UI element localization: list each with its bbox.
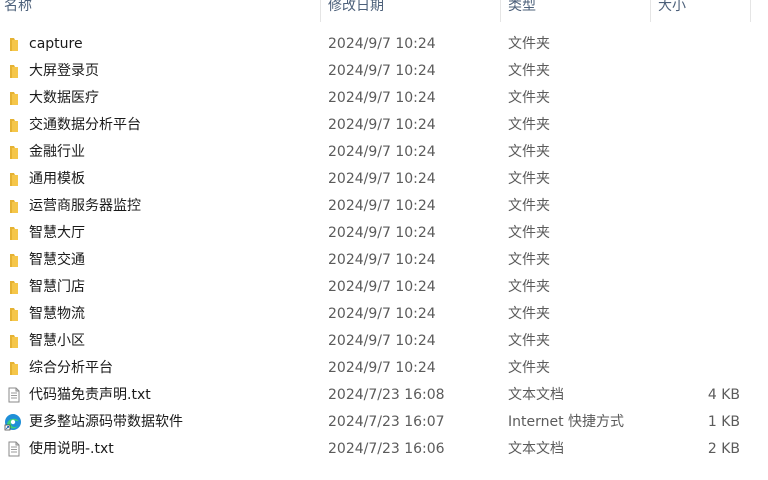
file-name: 智慧门店 bbox=[29, 279, 85, 295]
file-modified-date: 2024/9/7 10:24 bbox=[328, 36, 436, 52]
file-modified-date: 2024/9/7 10:24 bbox=[328, 198, 436, 214]
folder-icon bbox=[6, 306, 22, 322]
file-type: 文件夹 bbox=[508, 306, 550, 322]
folder-icon bbox=[6, 171, 22, 187]
file-type: 文件夹 bbox=[508, 279, 550, 295]
file-explorer: 名称 修改日期 类型 大小 capture 2024/9/7 10:24 文件夹 大屏… bbox=[0, 0, 768, 480]
file-row[interactable]: 交通数据分析平台 2024/9/7 10:24 文件夹 bbox=[0, 112, 768, 139]
file-type: 文件夹 bbox=[508, 252, 550, 268]
text-file-icon bbox=[6, 441, 22, 457]
file-row[interactable]: 代码猫免责声明.txt 2024/7/23 16:08 文本文档 4 KB bbox=[0, 382, 768, 409]
file-type: 文件夹 bbox=[508, 90, 550, 106]
file-name: 智慧交通 bbox=[29, 252, 85, 268]
column-divider[interactable] bbox=[500, 0, 501, 22]
column-header-bar: 名称 修改日期 类型 大小 bbox=[0, 0, 768, 22]
file-type: 文本文档 bbox=[508, 441, 564, 457]
column-header-size[interactable]: 大小 bbox=[654, 0, 750, 21]
file-type: 文件夹 bbox=[508, 225, 550, 241]
column-header-type[interactable]: 类型 bbox=[504, 0, 650, 21]
folder-icon bbox=[6, 90, 22, 106]
file-type: 文件夹 bbox=[508, 171, 550, 187]
file-row[interactable]: 智慧门店 2024/9/7 10:24 文件夹 bbox=[0, 274, 768, 301]
file-name: 综合分析平台 bbox=[29, 360, 113, 376]
text-file-icon bbox=[6, 387, 22, 403]
file-name: 更多整站源码带数据软件 bbox=[29, 414, 183, 430]
file-row[interactable]: 综合分析平台 2024/9/7 10:24 文件夹 bbox=[0, 355, 768, 382]
file-row[interactable]: 使用说明-.txt 2024/7/23 16:06 文本文档 2 KB bbox=[0, 436, 768, 463]
file-name: 智慧大厅 bbox=[29, 225, 85, 241]
file-name: 交通数据分析平台 bbox=[29, 117, 141, 133]
file-modified-date: 2024/9/7 10:24 bbox=[328, 306, 436, 322]
column-divider[interactable] bbox=[750, 0, 751, 22]
file-type: 文件夹 bbox=[508, 117, 550, 133]
file-row[interactable]: 智慧交通 2024/9/7 10:24 文件夹 bbox=[0, 247, 768, 274]
folder-icon bbox=[6, 225, 22, 241]
file-modified-date: 2024/9/7 10:24 bbox=[328, 279, 436, 295]
file-type: 文件夹 bbox=[508, 36, 550, 52]
file-modified-date: 2024/9/7 10:24 bbox=[328, 171, 436, 187]
file-size: 2 KB bbox=[707, 441, 740, 457]
file-row[interactable]: 智慧小区 2024/9/7 10:24 文件夹 bbox=[0, 328, 768, 355]
file-modified-date: 2024/9/7 10:24 bbox=[328, 90, 436, 106]
file-type: 文件夹 bbox=[508, 63, 550, 79]
file-name: 金融行业 bbox=[29, 144, 85, 160]
file-modified-date: 2024/9/7 10:24 bbox=[328, 225, 436, 241]
folder-icon bbox=[6, 117, 22, 133]
file-size: 1 KB bbox=[707, 414, 740, 430]
file-name: 大数据医疗 bbox=[29, 90, 99, 106]
file-row[interactable]: capture 2024/9/7 10:24 文件夹 bbox=[0, 31, 768, 58]
file-name: 通用模板 bbox=[29, 171, 85, 187]
file-modified-date: 2024/9/7 10:24 bbox=[328, 252, 436, 268]
column-divider[interactable] bbox=[650, 0, 651, 22]
file-list: capture 2024/9/7 10:24 文件夹 大屏登录页 2024/9/7 10… bbox=[0, 31, 768, 463]
file-row[interactable]: 智慧物流 2024/9/7 10:24 文件夹 bbox=[0, 301, 768, 328]
file-row[interactable]: 金融行业 2024/9/7 10:24 文件夹 bbox=[0, 139, 768, 166]
file-row[interactable]: 运营商服务器监控 2024/9/7 10:24 文件夹 bbox=[0, 193, 768, 220]
folder-icon bbox=[6, 144, 22, 160]
file-row[interactable]: 通用模板 2024/9/7 10:24 文件夹 bbox=[0, 166, 768, 193]
folder-icon bbox=[6, 198, 22, 214]
file-modified-date: 2024/7/23 16:08 bbox=[328, 387, 445, 403]
file-type: 文件夹 bbox=[508, 360, 550, 376]
column-divider[interactable] bbox=[320, 0, 321, 22]
folder-icon bbox=[6, 63, 22, 79]
column-header-date[interactable]: 修改日期 bbox=[324, 0, 500, 21]
file-type: Internet 快捷方式 bbox=[508, 414, 625, 430]
file-row[interactable]: 更多整站源码带数据软件 2024/7/23 16:07 Internet 快捷方式 1… bbox=[0, 409, 768, 436]
file-row[interactable]: 大数据医疗 2024/9/7 10:24 文件夹 bbox=[0, 85, 768, 112]
file-size: 4 KB bbox=[707, 387, 740, 403]
edge-shortcut-icon bbox=[4, 413, 21, 431]
file-modified-date: 2024/7/23 16:06 bbox=[328, 441, 445, 457]
file-type: 文件夹 bbox=[508, 198, 550, 214]
file-row[interactable]: 大屏登录页 2024/9/7 10:24 文件夹 bbox=[0, 58, 768, 85]
file-name: 使用说明-.txt bbox=[29, 441, 114, 457]
file-row[interactable]: 智慧大厅 2024/9/7 10:24 文件夹 bbox=[0, 220, 768, 247]
file-name: 智慧物流 bbox=[29, 306, 85, 322]
file-modified-date: 2024/9/7 10:24 bbox=[328, 360, 436, 376]
folder-icon bbox=[6, 333, 22, 349]
file-name: 智慧小区 bbox=[29, 333, 85, 349]
file-modified-date: 2024/7/23 16:07 bbox=[328, 414, 445, 430]
file-modified-date: 2024/9/7 10:24 bbox=[328, 63, 436, 79]
file-modified-date: 2024/9/7 10:24 bbox=[328, 333, 436, 349]
file-type: 文件夹 bbox=[508, 144, 550, 160]
folder-icon bbox=[6, 279, 22, 295]
file-name: 代码猫免责声明.txt bbox=[29, 387, 151, 403]
column-header-name[interactable]: 名称 bbox=[0, 0, 320, 21]
file-modified-date: 2024/9/7 10:24 bbox=[328, 117, 436, 133]
file-name: 运营商服务器监控 bbox=[29, 198, 141, 214]
folder-icon bbox=[6, 252, 22, 268]
folder-icon bbox=[6, 360, 22, 376]
folder-icon bbox=[6, 36, 22, 52]
file-name: capture bbox=[29, 36, 83, 52]
file-type: 文件夹 bbox=[508, 333, 550, 349]
file-type: 文本文档 bbox=[508, 387, 564, 403]
file-modified-date: 2024/9/7 10:24 bbox=[328, 144, 436, 160]
file-name: 大屏登录页 bbox=[29, 63, 99, 79]
